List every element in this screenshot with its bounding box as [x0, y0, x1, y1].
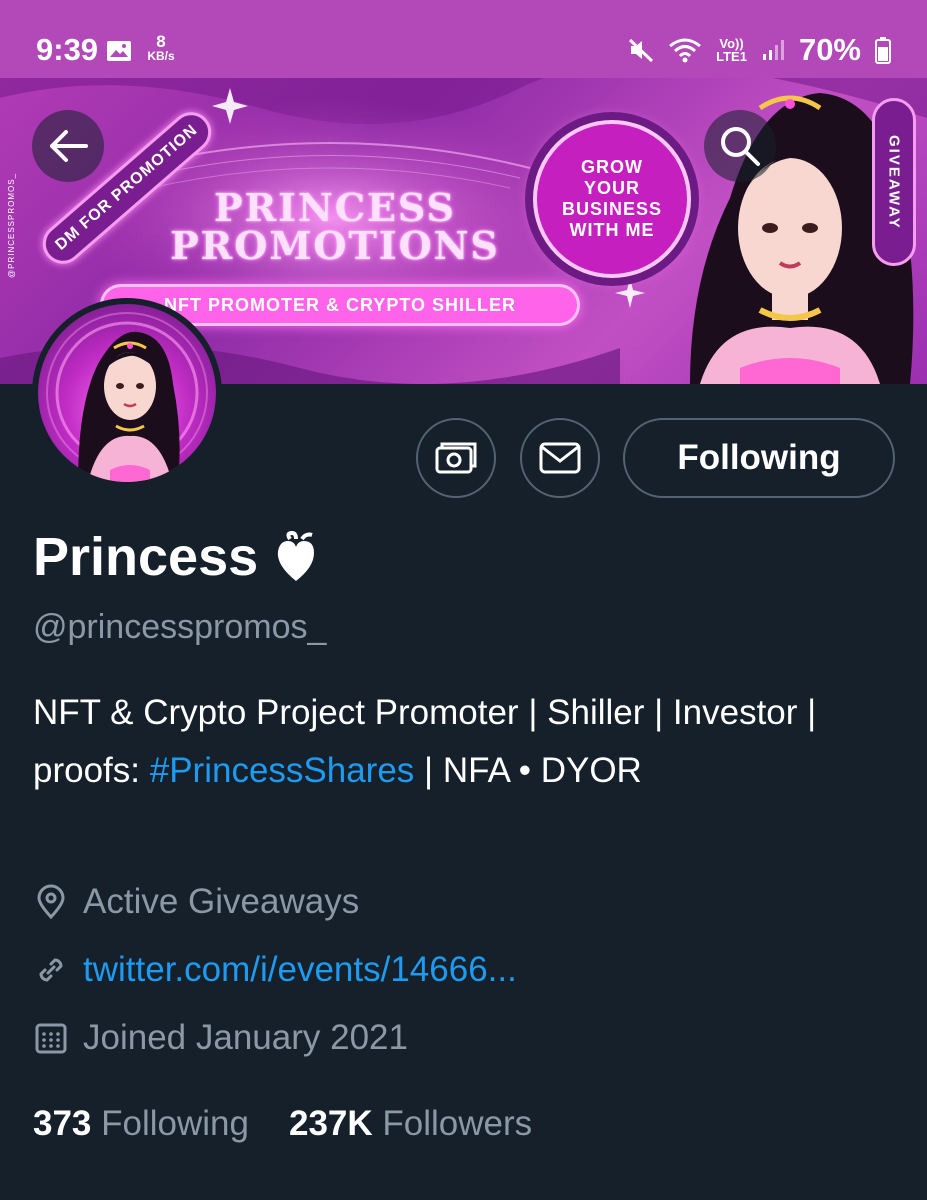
following-button[interactable]: Following [623, 418, 895, 498]
following-count-link[interactable]: 373 Following [33, 1104, 249, 1144]
joined-row: Joined January 2021 [33, 1018, 408, 1058]
display-name: Princess [33, 527, 259, 587]
signal-icon [762, 40, 784, 60]
mute-icon [629, 38, 654, 63]
location-text: Active Giveaways [83, 882, 360, 921]
followers-count-link[interactable]: 237K Followers [289, 1104, 532, 1144]
link-icon [39, 958, 63, 982]
status-icons: Vo)) LTE1 70% [628, 30, 891, 70]
banner-giveaway-badge: GIVEAWAY [872, 98, 916, 266]
envelope-icon [539, 442, 581, 474]
banner-title-line2: PROMOTIONS [170, 223, 500, 268]
location-pin-icon [37, 884, 65, 920]
tips-button[interactable] [416, 418, 496, 498]
banner-grow-badge: GROW YOUR BUSINESS WITH ME [533, 120, 691, 278]
search-button[interactable] [704, 110, 776, 182]
back-button[interactable] [32, 110, 104, 182]
bio-hashtag-link[interactable]: #PrincessShares [150, 751, 415, 790]
joined-text: Joined January 2021 [83, 1018, 408, 1057]
search-icon [721, 127, 760, 166]
website-link[interactable]: twitter.com/i/events/14666... [83, 950, 517, 990]
battery-percentage: 70% [798, 32, 861, 67]
avatar-image [38, 304, 216, 482]
profile-screen: 9:39 8 KB/s Vo)) LTE1 70% @PRINCESSPROMO… [0, 0, 927, 1200]
location-row: Active Giveaways [33, 882, 359, 922]
lte-indicator: Vo)) LTE1 [716, 36, 747, 64]
gallery-notification-icon [107, 41, 131, 61]
heart-emoji-icon [277, 531, 315, 581]
status-time: 9:39 [36, 32, 99, 67]
battery-icon [875, 37, 891, 64]
wifi-icon [669, 38, 702, 63]
website-row[interactable]: twitter.com/i/events/14666... [33, 950, 517, 990]
calendar-icon [35, 1023, 67, 1054]
banner-title-line1: PRINCESS [214, 185, 456, 230]
bio-text-end: | NFA • DYOR [414, 751, 642, 790]
status-bar: 9:39 8 KB/s Vo)) LTE1 70% [0, 0, 927, 78]
handle: @princesspromos_ [33, 608, 327, 646]
back-arrow-icon [50, 130, 88, 162]
avatar-illustration [46, 312, 208, 482]
follow-counts: 373 Following 237K Followers [33, 1104, 532, 1144]
profile-avatar[interactable] [32, 298, 222, 488]
name-row: Princess [33, 526, 318, 588]
bio: NFT & Crypto Project Promoter | Shiller … [33, 684, 893, 800]
network-speed: 8 KB/s [147, 32, 175, 63]
banner-vertical-handle: @PRINCESSPROMOS_ [7, 172, 16, 278]
money-icon [435, 442, 477, 474]
message-button[interactable] [520, 418, 600, 498]
